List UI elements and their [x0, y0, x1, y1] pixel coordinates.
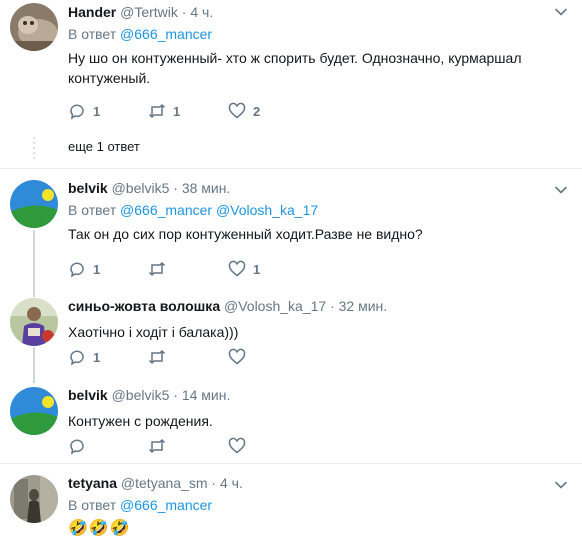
tweet-hander[interactable]: Hander @Tertwik · 4 ч. В ответ @666_manc…	[0, 0, 582, 168]
like-button[interactable]: 1	[228, 260, 308, 278]
timestamp[interactable]: 14 мин.	[182, 387, 231, 403]
tweet-actions: 1 1	[68, 259, 308, 279]
tweet-voloshka[interactable]: синьо-жовта волошка @Volosh_ka_17 · 32 м…	[0, 288, 582, 376]
like-button[interactable]	[228, 437, 308, 455]
retweet-button[interactable]: 1	[148, 102, 228, 120]
separator-dot: ·	[173, 180, 178, 196]
like-count: 2	[253, 103, 261, 119]
retweet-button[interactable]	[148, 437, 228, 455]
reply-button[interactable]: 1	[68, 348, 148, 366]
retweet-icon	[148, 261, 166, 277]
display-name[interactable]: belvik	[68, 387, 108, 403]
tweet-text: Хаотічно і ходіт і балака)))	[68, 324, 239, 340]
tweet-header: Hander @Tertwik · 4 ч.	[68, 2, 562, 22]
avatar-voloshka[interactable]	[10, 298, 58, 346]
retweet-icon	[148, 438, 166, 454]
separator-dot: ·	[181, 4, 187, 20]
caret-down-icon[interactable]	[554, 183, 568, 197]
tweet-actions: 1 1 2	[68, 101, 308, 121]
user-handle[interactable]: @belvik5	[112, 387, 170, 403]
user-handle[interactable]: @Volosh_ka_17	[224, 298, 326, 314]
reply-count: 1	[93, 349, 101, 365]
reply-icon	[70, 439, 84, 455]
tweet-text: Так он до сих пор контуженный ходит.Разв…	[68, 226, 423, 242]
like-button[interactable]: 2	[228, 102, 308, 120]
separator-dot: ·	[173, 387, 178, 403]
tweet-text: Ну шо он контуженный- хто ж спорить буде…	[68, 50, 522, 86]
reply-prefix: В ответ	[68, 202, 117, 218]
avatar-belvik[interactable]	[10, 387, 58, 435]
user-handle[interactable]: @belvik5	[112, 180, 170, 196]
reply-context: В ответ @666_mancer	[68, 24, 562, 44]
reply-count: 1	[93, 103, 101, 119]
reply-mention[interactable]: @666_mancer	[120, 26, 212, 42]
tweet-header: belvik @belvik5 · 14 мин.	[68, 385, 562, 405]
tweet-text: Контужен с рождения.	[68, 413, 213, 429]
reply-mention[interactable]: @666_mancer	[120, 497, 212, 513]
retweet-button[interactable]	[148, 260, 228, 278]
like-icon	[228, 348, 246, 365]
reply-mention[interactable]: @666_mancer	[120, 202, 212, 218]
timestamp[interactable]: 32 мин.	[339, 298, 388, 314]
like-icon	[228, 102, 246, 119]
avatar-belvik[interactable]	[10, 180, 58, 228]
reply-prefix: В ответ	[68, 497, 117, 513]
retweet-icon	[148, 103, 166, 119]
separator-dot: ·	[330, 298, 335, 314]
thread-dots	[33, 137, 35, 162]
timestamp[interactable]: 4 ч.	[190, 4, 213, 20]
avatar-tetyana[interactable]	[10, 475, 58, 523]
reply-icon	[70, 104, 84, 120]
like-icon	[228, 260, 246, 277]
timestamp[interactable]: 38 мин.	[182, 180, 231, 196]
reply-prefix: В ответ	[68, 26, 117, 42]
tweet-belvik-2[interactable]: belvik @belvik5 · 14 мин. Контужен с рож…	[0, 377, 582, 463]
like-icon	[228, 437, 246, 454]
show-more-replies-link[interactable]: еще 1 ответ	[68, 139, 140, 154]
tweet-text: 🤣🤣🤣	[68, 520, 131, 537]
retweet-icon	[148, 349, 166, 365]
separator-dot: ·	[211, 475, 217, 491]
avatar-hander[interactable]	[10, 3, 58, 51]
display-name[interactable]: belvik	[68, 180, 108, 196]
user-handle[interactable]: @Tertwik	[120, 4, 178, 20]
tweet-actions: 1	[68, 347, 308, 367]
reply-button[interactable]: 1	[68, 102, 148, 120]
like-button[interactable]	[228, 348, 308, 366]
caret-down-icon[interactable]	[554, 478, 568, 492]
reply-context: В ответ @666_mancer	[68, 495, 562, 515]
reply-button[interactable]: 1	[68, 260, 148, 278]
reply-mention[interactable]: @Volosh_ka_17	[216, 202, 318, 218]
like-count: 1	[253, 261, 261, 277]
retweet-count: 1	[173, 103, 181, 119]
tweet-header: синьо-жовта волошка @Volosh_ka_17 · 32 м…	[68, 296, 562, 316]
retweet-button[interactable]	[148, 348, 228, 366]
tweet-header: belvik @belvik5 · 38 мин.	[68, 178, 562, 198]
reply-icon	[70, 350, 84, 366]
reply-context: В ответ @666_mancer @Volosh_ka_17	[68, 200, 562, 220]
caret-down-icon[interactable]	[554, 5, 568, 19]
user-handle[interactable]: @tetyana_sm	[121, 475, 208, 491]
display-name[interactable]: синьо-жовта волошка	[68, 298, 220, 314]
tweet-actions	[68, 436, 308, 456]
tweet-header: tetyana @tetyana_sm · 4 ч.	[68, 473, 562, 493]
display-name[interactable]: Hander	[68, 4, 116, 20]
tweet-tetyana[interactable]: tetyana @tetyana_sm · 4 ч. В ответ @666_…	[0, 464, 582, 547]
tweet-belvik-1[interactable]: belvik @belvik5 · 38 мин. В ответ @666_m…	[0, 169, 582, 287]
reply-button[interactable]	[68, 437, 148, 455]
reply-icon	[70, 262, 84, 278]
timestamp[interactable]: 4 ч.	[220, 475, 243, 491]
reply-count: 1	[93, 261, 101, 277]
display-name[interactable]: tetyana	[68, 475, 117, 491]
